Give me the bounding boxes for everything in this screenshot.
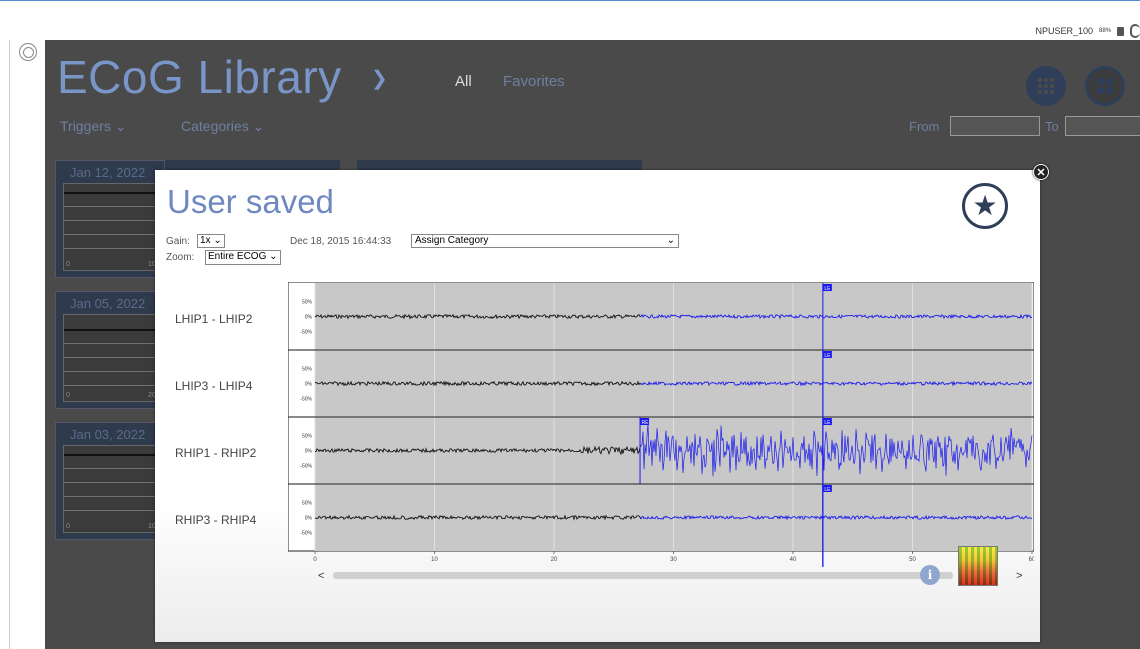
left-rail bbox=[0, 40, 10, 649]
y-tick-label: 0% bbox=[305, 449, 313, 455]
event-marker-label: LE bbox=[824, 487, 831, 493]
battery-icon bbox=[1117, 26, 1124, 36]
chevron-down-icon: ⌄ bbox=[114, 118, 127, 134]
y-tick-label: -50% bbox=[300, 397, 312, 403]
card-tick: 0 bbox=[66, 523, 70, 530]
event-marker-label: LE bbox=[824, 353, 831, 359]
x-tick-label: 50 bbox=[909, 557, 916, 563]
star-icon[interactable]: ★ bbox=[962, 183, 1008, 229]
assign-category-select[interactable]: Assign Category ⌄ bbox=[411, 234, 679, 248]
spectrogram-thumbnail[interactable] bbox=[958, 546, 998, 586]
event-marker-label: LE bbox=[824, 286, 831, 292]
from-date-input[interactable] bbox=[950, 116, 1040, 136]
y-tick-label: 50% bbox=[302, 300, 313, 306]
info-icon[interactable]: i bbox=[920, 565, 940, 585]
tab-all[interactable]: All bbox=[455, 73, 472, 90]
modal-title: User saved bbox=[167, 183, 334, 220]
gain-value: 1x bbox=[200, 235, 211, 246]
to-label: To bbox=[1045, 119, 1059, 134]
triggers-label: Triggers bbox=[60, 118, 111, 134]
power-icon[interactable] bbox=[1130, 24, 1140, 38]
time-scrollbar[interactable] bbox=[333, 572, 953, 579]
library-card[interactable]: Jan 03, 2022 0 10 bbox=[55, 422, 165, 540]
home-icon[interactable] bbox=[19, 43, 37, 61]
scroll-left-icon[interactable]: < bbox=[318, 570, 324, 582]
library-card[interactable]: Jan 12, 2022 0 10 bbox=[55, 160, 165, 278]
card-date: Jan 12, 2022 bbox=[70, 165, 146, 180]
battery-percent: 88% bbox=[1098, 28, 1111, 34]
close-icon[interactable]: ✕ bbox=[1033, 164, 1049, 180]
category-value: Assign Category bbox=[415, 235, 489, 246]
gain-label: Gain: bbox=[166, 236, 190, 247]
card-thumbnail: 0 10 bbox=[63, 183, 161, 271]
categories-filter[interactable]: Categories ⌄ bbox=[181, 118, 264, 135]
title-chevron-down-icon[interactable]: ❯ bbox=[371, 66, 388, 91]
y-tick-label: 0% bbox=[305, 382, 313, 388]
x-tick-label: 40 bbox=[790, 557, 797, 563]
chevron-down-icon: ⌄ bbox=[252, 118, 265, 134]
categories-label: Categories bbox=[181, 118, 249, 134]
grid-view-button[interactable] bbox=[1026, 66, 1066, 106]
event-marker-label: LE bbox=[824, 420, 831, 426]
page-title: ECoG Library bbox=[57, 51, 342, 103]
library-card[interactable]: Jan 05, 2022 0 20 bbox=[55, 291, 165, 409]
chevron-down-icon: ⌄ bbox=[666, 235, 675, 246]
x-tick-label: 60 bbox=[1029, 557, 1034, 563]
channel-label: RHIP3 - RHIP4 bbox=[175, 513, 257, 527]
gain-select[interactable]: 1x ⌄ bbox=[197, 234, 225, 248]
y-tick-label: 50% bbox=[302, 501, 313, 507]
channel-label: LHIP1 - LHIP2 bbox=[175, 312, 253, 326]
username: NPUSER_100 bbox=[1035, 26, 1093, 36]
chevron-down-icon: ⌄ bbox=[213, 235, 222, 246]
card-tick: 0 bbox=[66, 392, 70, 399]
grid-icon bbox=[1038, 78, 1054, 94]
from-label: From bbox=[909, 119, 940, 134]
x-tick-label: 20 bbox=[551, 557, 558, 563]
y-tick-label: -50% bbox=[300, 464, 312, 470]
tiles-icon bbox=[1097, 78, 1113, 94]
y-tick-label: -50% bbox=[300, 330, 312, 336]
user-status-bar: NPUSER_100 88% bbox=[1035, 22, 1140, 40]
chevron-down-icon: ⌄ bbox=[269, 251, 278, 262]
zoom-select[interactable]: Entire ECOG ⌄ bbox=[205, 250, 281, 265]
card-thumbnail: 0 20 bbox=[63, 314, 161, 402]
card-thumbnail: 0 10 bbox=[63, 445, 161, 533]
zoom-label: Zoom: bbox=[166, 252, 195, 263]
tab-favorites[interactable]: Favorites bbox=[503, 73, 565, 90]
ecog-waveform-chart[interactable]: 50% 0% -50% 50% 0% -50% 50% 0% -50% 50% 0% -50% LE LE… bbox=[288, 282, 1034, 567]
channel-label: LHIP3 - LHIP4 bbox=[175, 379, 253, 393]
channel-label: RHIP1 - RHIP2 bbox=[175, 446, 257, 460]
to-date-input[interactable] bbox=[1065, 116, 1140, 136]
scroll-right-icon[interactable]: > bbox=[1016, 570, 1022, 582]
x-tick-label: 30 bbox=[670, 557, 677, 563]
card-tick: 0 bbox=[66, 261, 70, 268]
tile-view-button[interactable] bbox=[1085, 66, 1125, 106]
triggers-filter[interactable]: Triggers ⌄ bbox=[60, 118, 126, 135]
y-tick-label: 50% bbox=[302, 434, 313, 440]
zoom-value: Entire ECOG bbox=[208, 251, 267, 262]
y-tick-label: -50% bbox=[300, 531, 312, 537]
x-tick-label: 10 bbox=[431, 557, 438, 563]
y-tick-label: 0% bbox=[305, 516, 313, 522]
card-date: Jan 05, 2022 bbox=[70, 296, 146, 311]
event-marker-label: RE bbox=[642, 420, 650, 426]
top-border bbox=[0, 0, 1140, 14]
card-date: Jan 03, 2022 bbox=[70, 427, 146, 442]
y-tick-label: 50% bbox=[302, 367, 313, 373]
y-tick-label: 0% bbox=[305, 315, 313, 321]
recording-timestamp: Dec 18, 2015 16:44:33 bbox=[290, 236, 392, 247]
x-tick-label: 0 bbox=[313, 557, 317, 563]
